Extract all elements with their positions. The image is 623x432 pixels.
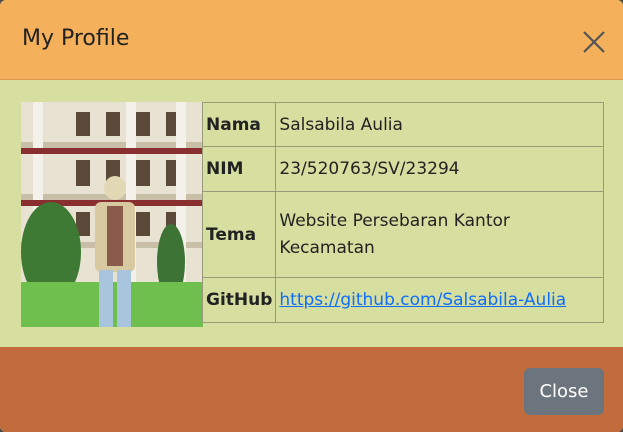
- table-row: Nama Salsabila Aulia: [201, 102, 604, 147]
- profile-photo: [21, 102, 203, 327]
- table-row: GitHub https://github.com/Salsabila-Auli…: [201, 277, 604, 323]
- modal-footer: Close: [0, 347, 623, 432]
- row-value-github: https://github.com/Salsabila-Aulia: [275, 277, 604, 323]
- profile-modal: My Profile Nama Salsabila Aulia NIM 23/5…: [0, 0, 623, 432]
- profile-table: Nama Salsabila Aulia NIM 23/520763/SV/23…: [201, 102, 604, 323]
- modal-header: My Profile: [0, 0, 623, 80]
- modal-body: Nama Salsabila Aulia NIM 23/520763/SV/23…: [0, 81, 623, 347]
- github-link[interactable]: https://github.com/Salsabila-Aulia: [279, 290, 566, 310]
- close-button[interactable]: Close: [524, 368, 604, 415]
- close-icon[interactable]: [580, 28, 608, 56]
- table-row: Tema Website Persebaran Kantor Kecamatan: [201, 191, 604, 278]
- row-value-tema: Website Persebaran Kantor Kecamatan: [275, 191, 604, 278]
- row-value-nim: 23/520763/SV/23294: [275, 146, 604, 192]
- row-key-nim: NIM: [201, 146, 277, 192]
- row-value-nama: Salsabila Aulia: [275, 102, 604, 147]
- row-key-tema: Tema: [201, 191, 277, 278]
- row-key-nama: Nama: [201, 102, 277, 147]
- table-row: NIM 23/520763/SV/23294: [201, 146, 604, 192]
- row-key-github: GitHub: [201, 277, 277, 323]
- modal-title: My Profile: [22, 26, 130, 51]
